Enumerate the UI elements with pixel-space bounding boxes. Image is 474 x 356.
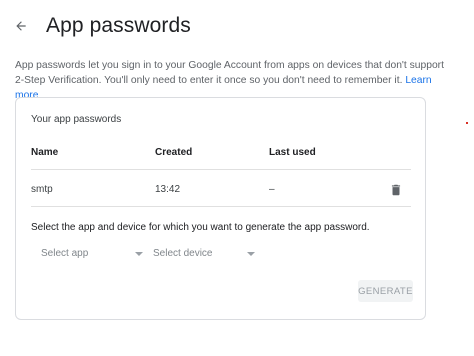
divider <box>31 169 411 170</box>
app-passwords-card: Your app passwords Name Created Last use… <box>15 97 426 320</box>
select-app-label: Select app <box>41 248 89 259</box>
select-device-label: Select device <box>153 248 213 259</box>
dropdown-arrow-icon <box>247 252 255 256</box>
generate-button[interactable]: GENERATE <box>358 280 413 302</box>
row-last-used: – <box>269 184 275 195</box>
trash-icon <box>391 184 401 196</box>
dropdown-arrow-icon <box>135 252 143 256</box>
page-title: App passwords <box>46 14 191 37</box>
row-name: smtp <box>31 184 53 195</box>
page-header: App passwords <box>12 10 191 42</box>
divider <box>31 206 411 207</box>
column-header-created: Created <box>155 147 193 158</box>
generate-prompt: Select the app and device for which you … <box>31 222 370 233</box>
arrow-left-icon <box>16 21 26 31</box>
back-button[interactable] <box>12 17 30 35</box>
column-header-last-used: Last used <box>269 147 316 158</box>
description-text: App passwords let you sign in to your Go… <box>15 60 444 86</box>
delete-button[interactable] <box>389 182 403 198</box>
select-device-dropdown[interactable]: Select device <box>153 248 255 266</box>
card-title: Your app passwords <box>31 114 122 125</box>
select-app-dropdown[interactable]: Select app <box>41 248 143 266</box>
row-created: 13:42 <box>155 184 181 195</box>
column-header-name: Name <box>31 147 59 158</box>
cursor-dot <box>466 122 468 124</box>
